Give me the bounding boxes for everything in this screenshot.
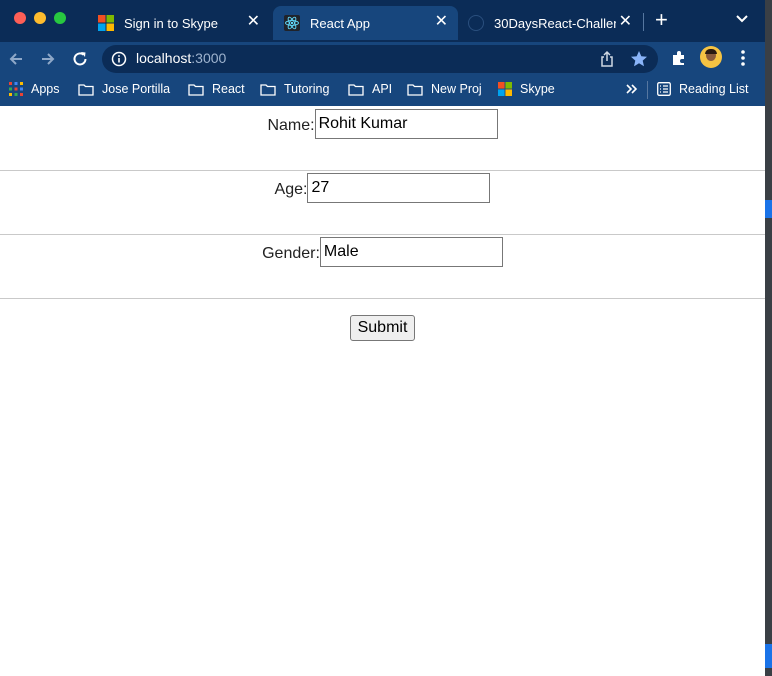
reading-list-icon: [657, 82, 671, 96]
bookmark-label: Tutoring: [284, 82, 330, 96]
url-host: localhost: [136, 50, 192, 66]
back-arrow-icon[interactable]: [6, 49, 26, 69]
gender-label: Gender:: [262, 245, 320, 262]
reading-list-button[interactable]: Reading List: [657, 82, 749, 96]
folder-icon: [260, 83, 276, 96]
close-window-button[interactable]: [14, 12, 26, 24]
microsoft-icon: [498, 82, 512, 96]
name-input[interactable]: [314, 109, 498, 139]
submit-row: Submit: [0, 299, 765, 341]
bookmark-apps[interactable]: Apps: [9, 82, 60, 96]
url-text[interactable]: localhost:3000: [136, 50, 226, 66]
gender-row: Gender:: [0, 235, 765, 299]
bookmark-label: New Proj: [431, 82, 482, 96]
chevron-down-icon[interactable]: [735, 12, 749, 26]
submit-button[interactable]: Submit: [349, 315, 416, 341]
background-accent: [765, 644, 772, 668]
folder-icon: [348, 83, 364, 96]
tab-title: React App: [310, 15, 370, 31]
tab-separator: [643, 13, 644, 31]
folder-icon: [407, 83, 423, 96]
close-tab-icon[interactable]: ✕: [247, 14, 260, 30]
tab-title: Sign in to Skype: [124, 15, 218, 31]
bookmark-jose-portilla[interactable]: Jose Portilla: [78, 82, 170, 96]
gender-input[interactable]: [319, 237, 503, 267]
url-port: :3000: [191, 50, 227, 66]
tab-react-app[interactable]: React App ✕: [273, 6, 458, 40]
react-app-page: Name: Age: Gender: Submit: [0, 107, 765, 341]
background-window-edge: [765, 0, 772, 676]
react-icon: [284, 15, 300, 31]
close-tab-icon[interactable]: ✕: [619, 14, 632, 30]
microsoft-icon: [98, 15, 114, 31]
share-icon[interactable]: [599, 50, 615, 68]
extensions-puzzle-icon[interactable]: [669, 48, 689, 68]
folder-icon: [188, 83, 204, 96]
reading-list-label: Reading List: [679, 82, 749, 96]
background-accent: [765, 200, 772, 218]
age-label: Age:: [274, 181, 308, 198]
more-menu-icon[interactable]: [736, 48, 750, 68]
age-input[interactable]: [307, 173, 491, 203]
name-row: Name:: [0, 107, 765, 171]
bookmark-star-icon[interactable]: [630, 50, 648, 68]
folder-icon: [78, 83, 94, 96]
tab-sign-in-skype[interactable]: Sign in to Skype ✕: [88, 6, 270, 40]
bookmark-label: API: [372, 82, 393, 96]
apps-grid-icon: [9, 82, 23, 96]
tab-title: 30DaysReact-Challenge: [494, 15, 616, 31]
tab-30daysreact[interactable]: 30DaysReact-Challenge ✕: [466, 6, 642, 40]
tab-strip: Sign in to Skype ✕ React App ✕ 30DaysRea…: [0, 0, 765, 42]
bookmark-tutoring[interactable]: Tutoring: [260, 82, 329, 96]
bookmark-label: Apps: [31, 82, 60, 96]
bookmark-label: Jose Portilla: [102, 82, 171, 96]
bookmark-react[interactable]: React: [188, 82, 245, 96]
reload-icon[interactable]: [70, 49, 90, 69]
age-row: Age:: [0, 171, 765, 235]
name-label: Name:: [267, 117, 315, 134]
chevron-double-right-icon[interactable]: [626, 84, 638, 94]
close-tab-icon[interactable]: ✕: [435, 14, 448, 30]
bookmark-label: React: [212, 82, 245, 96]
minimize-window-button[interactable]: [34, 12, 46, 24]
new-tab-plus-icon[interactable]: +: [655, 9, 668, 31]
info-icon[interactable]: [111, 51, 127, 67]
bookmark-label: Skype: [520, 82, 555, 96]
bookmarks-separator: [647, 81, 648, 99]
zoom-window-button[interactable]: [54, 12, 66, 24]
bookmark-skype[interactable]: Skype: [498, 82, 555, 96]
forward-arrow-icon[interactable]: [38, 49, 58, 69]
github-icon: [468, 15, 484, 31]
bookmark-api[interactable]: API: [348, 82, 392, 96]
bookmark-new-proj[interactable]: New Proj: [407, 82, 482, 96]
avatar[interactable]: [700, 46, 722, 68]
